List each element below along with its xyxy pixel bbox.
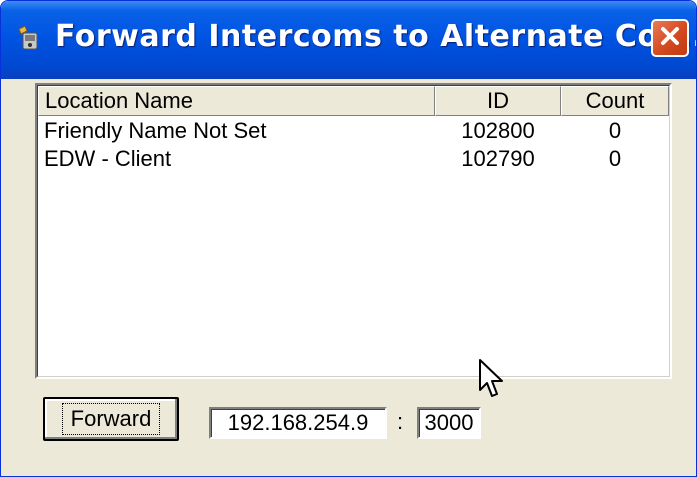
forward-button-label: Forward xyxy=(61,403,161,435)
dialog-body: Location Name ID Count Friendly Name Not… xyxy=(5,79,692,474)
ip-address-field[interactable]: 192.168.254.9 xyxy=(209,407,387,439)
forward-button[interactable]: Forward xyxy=(43,397,179,441)
id-cell: 102800 xyxy=(461,118,535,143)
location-name-cell: EDW - Client xyxy=(44,146,172,171)
location-name-cell: Friendly Name Not Set xyxy=(44,118,267,143)
location-list[interactable]: Location Name ID Count Friendly Name Not… xyxy=(35,83,672,397)
table-row[interactable]: Friendly Name Not Set 102800 0 xyxy=(38,118,669,146)
dialog-window: Forward Intercoms to Alternate Con... Lo… xyxy=(0,0,697,477)
column-header-count[interactable]: Count xyxy=(561,86,669,116)
id-cell: 102790 xyxy=(461,146,535,171)
app-icon xyxy=(15,23,45,53)
list-header: Location Name ID Count xyxy=(38,86,669,116)
window-title: Forward Intercoms to Alternate Con... xyxy=(55,19,697,54)
column-header-location-name[interactable]: Location Name xyxy=(38,86,435,116)
count-cell: 0 xyxy=(608,146,622,171)
close-button[interactable] xyxy=(651,19,689,57)
column-header-id[interactable]: ID xyxy=(435,86,561,116)
list-rows: Friendly Name Not Set 102800 0 EDW - Cli… xyxy=(38,118,669,174)
close-icon xyxy=(659,25,681,52)
count-cell: 0 xyxy=(608,118,622,143)
table-row[interactable]: EDW - Client 102790 0 xyxy=(38,146,669,174)
title-bar[interactable]: Forward Intercoms to Alternate Con... xyxy=(1,1,696,79)
mouse-pointer-icon xyxy=(478,358,508,402)
ip-port-separator: : xyxy=(397,409,404,434)
port-field[interactable]: 3000 xyxy=(417,407,481,439)
